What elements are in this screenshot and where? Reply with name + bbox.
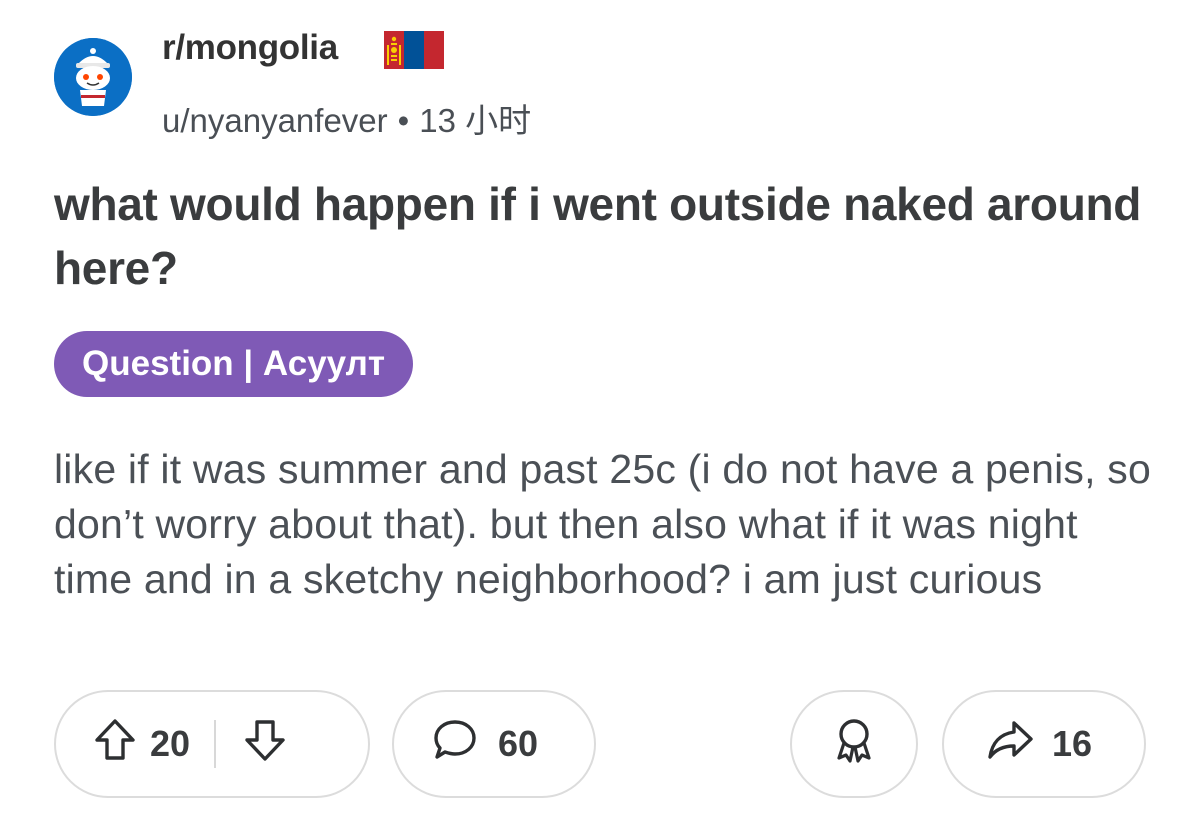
upvote-arrow-icon[interactable] (94, 718, 136, 771)
vote-bar: 20 (54, 690, 370, 798)
mongolia-flag-icon (384, 31, 444, 69)
snoo-avatar-icon (54, 38, 132, 116)
author-link[interactable]: u/nyanyanfever (162, 102, 388, 139)
post-body: like if it was summer and past 25c (i do… (54, 446, 1151, 602)
post-card: r/mongolia u/nyanyanfever • 13 小时 what wou… (0, 0, 1200, 826)
downvote-arrow-icon[interactable] (244, 718, 286, 771)
award-icon (831, 716, 877, 773)
comment-count: 60 (498, 723, 539, 764)
post-flair[interactable]: Question | Асуулт (54, 331, 414, 397)
share-count: 16 (1052, 723, 1093, 764)
comments-button[interactable]: 60 (392, 690, 596, 798)
comment-bubble-icon (432, 718, 478, 771)
post-meta: u/nyanyanfever • 13 小时 (162, 94, 531, 142)
subreddit-name[interactable]: r/mongolia (162, 28, 338, 68)
subreddit-avatar[interactable] (54, 38, 132, 116)
upvote-count: 20 (150, 723, 191, 764)
share-arrow-icon (986, 718, 1034, 771)
meta-separator: • (397, 102, 410, 139)
vote-divider (214, 720, 217, 768)
award-button[interactable] (790, 690, 918, 798)
post-title[interactable]: what would happen if i went outside nake… (54, 172, 1154, 300)
post-age: 13 小时 (419, 102, 532, 139)
share-button[interactable]: 16 (942, 690, 1146, 798)
